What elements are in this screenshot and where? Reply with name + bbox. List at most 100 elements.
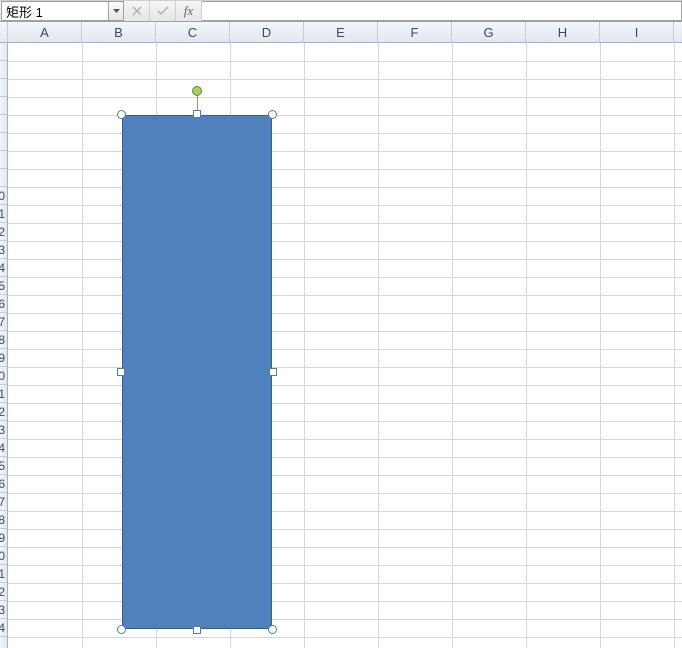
gridline-h — [8, 133, 682, 134]
row-header[interactable]: 3 — [0, 601, 7, 619]
gridline-h — [8, 421, 682, 422]
gridline-h — [8, 475, 682, 476]
row-header[interactable] — [0, 97, 7, 115]
gridline-h — [8, 439, 682, 440]
confirm-button — [150, 1, 176, 21]
column-header-C[interactable]: C — [156, 22, 230, 43]
row-header[interactable]: 4 — [0, 439, 7, 457]
resize-handle-ne[interactable] — [268, 110, 277, 119]
formula-input[interactable] — [202, 1, 682, 21]
resize-handle-nw[interactable] — [117, 110, 126, 119]
column-header-D[interactable]: D — [230, 22, 304, 43]
row-header[interactable]: 0 — [0, 547, 7, 565]
name-box-dropdown[interactable] — [109, 1, 124, 21]
gridline-h — [8, 637, 682, 638]
name-box-value: 矩形 1 — [6, 2, 43, 21]
row-header[interactable]: 7 — [0, 493, 7, 511]
gridline-h — [8, 187, 682, 188]
gridline-h — [8, 349, 682, 350]
row-header[interactable]: 5 — [0, 277, 7, 295]
row-header[interactable]: 6 — [0, 295, 7, 313]
column-header-E[interactable]: E — [304, 22, 378, 43]
row-header[interactable]: 8 — [0, 331, 7, 349]
cell-grid[interactable] — [8, 43, 682, 648]
resize-handle-e[interactable] — [269, 368, 277, 376]
column-headers: ABCDEFGHI — [0, 22, 682, 43]
row-header[interactable] — [0, 133, 7, 151]
gridline-v — [526, 43, 527, 648]
shape-body[interactable] — [122, 115, 272, 629]
gridline-h — [8, 169, 682, 170]
resize-handle-se[interactable] — [268, 625, 277, 634]
row-header[interactable]: 1 — [0, 565, 7, 583]
gridline-h — [8, 313, 682, 314]
rotate-handle[interactable] — [192, 86, 202, 96]
row-header[interactable]: 3 — [0, 241, 7, 259]
resize-handle-s[interactable] — [193, 626, 201, 634]
gridline-h — [8, 367, 682, 368]
row-header[interactable]: 5 — [0, 457, 7, 475]
row-header[interactable]: 2 — [0, 223, 7, 241]
gridline-h — [8, 259, 682, 260]
gridline-h — [8, 115, 682, 116]
row-header[interactable]: 8 — [0, 511, 7, 529]
gridline-h — [8, 565, 682, 566]
row-header[interactable]: 2 — [0, 403, 7, 421]
row-header[interactable]: 7 — [0, 313, 7, 331]
gridline-h — [8, 403, 682, 404]
row-header[interactable] — [0, 151, 7, 169]
row-header[interactable]: 0 — [0, 187, 7, 205]
row-header[interactable] — [0, 169, 7, 187]
row-header[interactable]: 9 — [0, 349, 7, 367]
check-icon — [157, 6, 169, 16]
row-header[interactable] — [0, 61, 7, 79]
row-header[interactable]: 0 — [0, 367, 7, 385]
gridline-h — [8, 295, 682, 296]
row-headers: 0123456789012345678901234 — [0, 43, 8, 648]
gridline-v — [378, 43, 379, 648]
chevron-down-icon — [113, 9, 120, 13]
column-header-I[interactable]: I — [600, 22, 674, 43]
row-header[interactable]: 1 — [0, 385, 7, 403]
row-header[interactable]: 4 — [0, 259, 7, 277]
gridline-h — [8, 385, 682, 386]
gridline-v — [304, 43, 305, 648]
row-header[interactable] — [0, 115, 7, 133]
gridline-h — [8, 583, 682, 584]
row-header[interactable]: 3 — [0, 421, 7, 439]
resize-handle-sw[interactable] — [117, 625, 126, 634]
gridline-v — [674, 43, 675, 648]
gridline-h — [8, 619, 682, 620]
insert-function-button[interactable]: fx — [176, 1, 202, 21]
resize-handle-n[interactable] — [193, 110, 201, 118]
gridline-h — [8, 457, 682, 458]
column-header-H[interactable]: H — [526, 22, 600, 43]
gridline-v — [600, 43, 601, 648]
row-header[interactable]: 9 — [0, 529, 7, 547]
name-box[interactable]: 矩形 1 — [1, 1, 109, 21]
column-header-F[interactable]: F — [378, 22, 452, 43]
gridline-h — [8, 331, 682, 332]
row-header[interactable] — [0, 43, 7, 61]
row-header[interactable]: 4 — [0, 619, 7, 637]
gridline-h — [8, 493, 682, 494]
column-header-B[interactable]: B — [82, 22, 156, 43]
resize-handle-w[interactable] — [117, 368, 125, 376]
row-header[interactable]: 2 — [0, 583, 7, 601]
select-all-corner[interactable] — [0, 22, 8, 43]
gridline-h — [8, 529, 682, 530]
row-header[interactable]: 6 — [0, 475, 7, 493]
gridline-h — [8, 547, 682, 548]
column-header-G[interactable]: G — [452, 22, 526, 43]
column-header-A[interactable]: A — [8, 22, 82, 43]
gridline-h — [8, 205, 682, 206]
row-header[interactable]: 1 — [0, 205, 7, 223]
gridline-h — [8, 61, 682, 62]
gridline-h — [8, 241, 682, 242]
row-header[interactable] — [0, 79, 7, 97]
gridline-h — [8, 601, 682, 602]
gridline-h — [8, 223, 682, 224]
gridline-h — [8, 79, 682, 80]
gridline-h — [8, 97, 682, 98]
shape-rectangle-1[interactable] — [122, 115, 272, 629]
